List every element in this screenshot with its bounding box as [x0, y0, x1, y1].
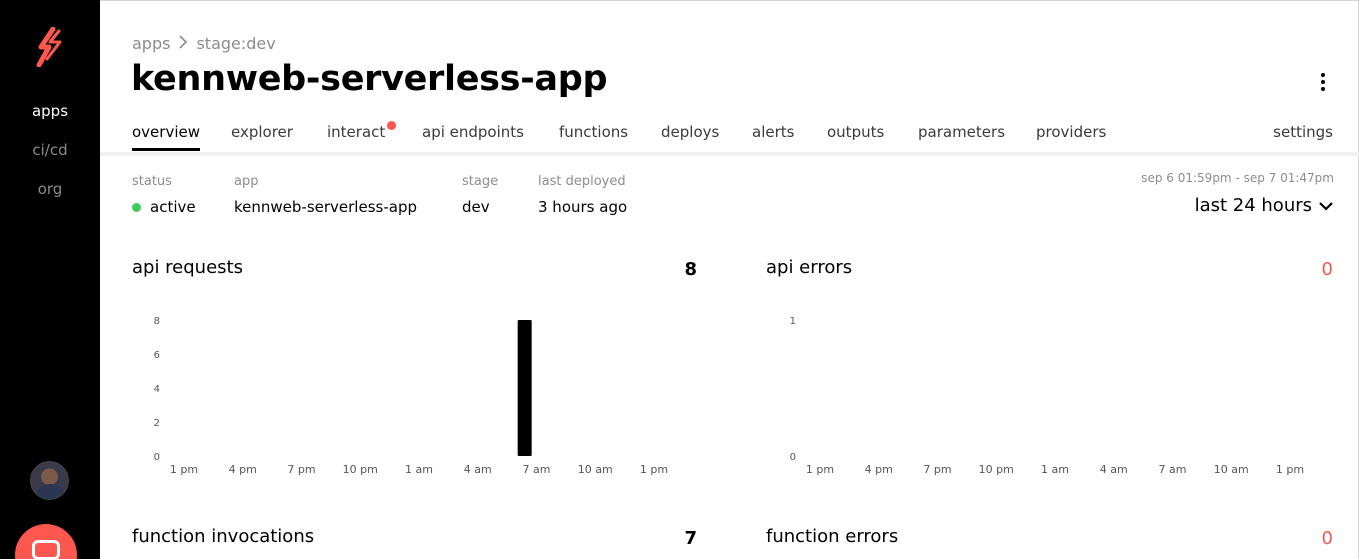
x-tick-label: 7 am [1159, 463, 1187, 476]
sidebar-item-cicd[interactable]: ci/cd [0, 139, 100, 178]
status-value: active [150, 198, 196, 216]
api-requests-total: 8 [684, 259, 697, 280]
last-deployed-label: last deployed [538, 174, 626, 189]
sidebar-item-apps[interactable]: apps [0, 100, 100, 139]
x-tick-label: 4 am [1100, 463, 1128, 476]
main-content: apps stage:dev kennweb-serverless-app ov… [100, 0, 1359, 559]
tab-settings[interactable]: settings [1273, 123, 1333, 141]
serverless-logo-icon[interactable] [33, 26, 67, 68]
tab-providers[interactable]: providers [1036, 123, 1106, 141]
y-tick-label: 4 [154, 384, 160, 395]
tab-parameters[interactable]: parameters [918, 123, 1005, 141]
breadcrumb-current: stage:dev [196, 34, 276, 53]
breadcrumb: apps stage:dev [132, 34, 276, 53]
api-requests-title: api requests [132, 257, 243, 278]
page-title: kennweb-serverless-app [131, 59, 608, 99]
stage-label: stage [462, 174, 499, 189]
status-dot-icon [132, 203, 141, 212]
sidebar-item-org[interactable]: org [0, 178, 100, 217]
x-tick-label: 10 am [1214, 463, 1249, 476]
api-requests-chart: 0 2 4 6 8 1 pm 4 pm 7 pm 10 pm 1 am 4 am 7 am 10 am 1… [140, 306, 700, 486]
y-tick-label: 6 [154, 350, 160, 361]
x-tick-label: 1 am [405, 463, 433, 476]
x-tick-label: 1 pm [1276, 463, 1304, 476]
y-tick-label: 0 [154, 452, 160, 463]
x-tick-label: 10 pm [979, 463, 1014, 476]
avatar[interactable] [30, 461, 69, 500]
active-tab-indicator [132, 148, 200, 151]
stage-value: dev [462, 198, 490, 216]
api-errors-chart: 0 1 1 pm 4 pm 7 pm 10 pm 1 am 4 am 7 am 10 am 1 pm [776, 306, 1336, 486]
api-errors-title: api errors [766, 257, 853, 278]
y-tick-label: 0 [790, 452, 796, 463]
breadcrumb-apps-link[interactable]: apps [132, 34, 170, 53]
last-deployed-value: 3 hours ago [538, 198, 628, 216]
chat-icon [32, 540, 60, 559]
tab-divider [100, 152, 1359, 156]
function-invocations-title: function invocations [132, 526, 315, 547]
x-tick-label: 4 pm [865, 463, 893, 476]
tab-functions[interactable]: functions [559, 123, 628, 141]
x-tick-label: 7 am [523, 463, 551, 476]
x-tick-label: 10 am [578, 463, 613, 476]
y-tick-label: 1 [790, 316, 796, 327]
chart-bar [517, 320, 532, 456]
time-range-selected: last 24 hours [1194, 195, 1312, 216]
tab-outputs[interactable]: outputs [827, 123, 884, 141]
tab-deploys[interactable]: deploys [661, 123, 719, 141]
time-range-dropdown[interactable]: last 24 hours [1195, 195, 1334, 216]
time-range-label: sep 6 01:59pm - sep 7 01:47pm [1141, 171, 1334, 185]
tab-alerts[interactable]: alerts [752, 123, 794, 141]
x-tick-label: 1 pm [170, 463, 198, 476]
status-label: status [132, 174, 172, 189]
y-tick-label: 8 [154, 316, 160, 327]
sidebar: apps ci/cd org [0, 0, 100, 559]
api-errors-total: 0 [1321, 259, 1333, 280]
function-invocations-total: 7 [684, 528, 697, 549]
app-label: app [234, 174, 259, 189]
tab-api-endpoints[interactable]: api endpoints [422, 123, 524, 141]
function-errors-total: 0 [1321, 528, 1333, 549]
x-tick-label: 1 pm [806, 463, 834, 476]
chevron-down-icon [1318, 195, 1334, 216]
tab-overview[interactable]: overview [132, 123, 200, 141]
x-tick-label: 10 pm [343, 463, 378, 476]
chevron-right-icon [178, 34, 188, 53]
more-options-icon[interactable] [1318, 73, 1328, 95]
x-tick-label: 4 am [464, 463, 492, 476]
tab-explorer[interactable]: explorer [231, 123, 293, 141]
x-tick-label: 1 pm [640, 463, 668, 476]
x-tick-label: 7 pm [287, 463, 315, 476]
x-tick-label: 7 pm [923, 463, 951, 476]
y-tick-label: 2 [154, 418, 160, 429]
app-value: kennweb-serverless-app [234, 198, 417, 216]
function-errors-title: function errors [766, 526, 899, 547]
tab-bar: overview explorer interact api endpoints… [132, 121, 1333, 153]
sidebar-nav: apps ci/cd org [0, 100, 100, 217]
notification-dot [387, 121, 396, 130]
chat-button[interactable] [15, 524, 77, 559]
x-tick-label: 1 am [1041, 463, 1069, 476]
tab-interact[interactable]: interact [327, 123, 385, 141]
x-tick-label: 4 pm [229, 463, 257, 476]
